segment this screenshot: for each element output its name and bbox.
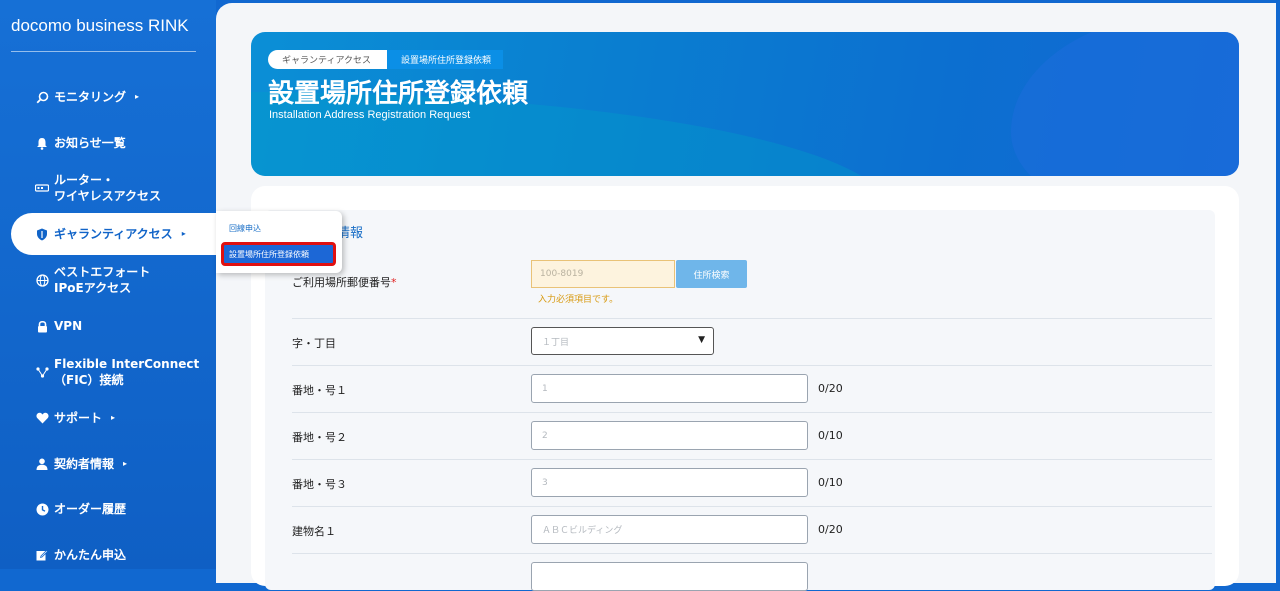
page-title: 設置場所住所登録依頼 bbox=[268, 79, 529, 109]
breadcrumb: ギャランティアクセス 設置場所住所登録依頼 bbox=[268, 50, 504, 69]
char-counter: 0/20 bbox=[818, 523, 843, 536]
form-row-aza: 字・丁目 １丁目 ▼ bbox=[292, 318, 1212, 366]
sidebar-item-notifications[interactable]: お知らせ一覧 bbox=[0, 135, 216, 151]
sidebar-item-label: サポート bbox=[54, 411, 103, 425]
zip-label: ご利用場所郵便番号* bbox=[292, 276, 397, 289]
chevron-right-icon: ▸ bbox=[111, 413, 116, 422]
dropdown-caret-icon: ▼ bbox=[698, 335, 705, 345]
aza-label: 字・丁目 bbox=[292, 337, 336, 350]
banchi2-input[interactable]: 2 bbox=[531, 421, 808, 450]
form-row-banchi1: 番地・号１ 1 0/20 bbox=[292, 365, 1212, 413]
clock-icon bbox=[32, 503, 52, 516]
form-section: 情報 ご利用場所郵便番号* 100-8019 住所検索 入力必須項目です。 字・… bbox=[265, 210, 1215, 591]
sidebar-item-guarantee-access[interactable]: ギャランティアクセス ▸ bbox=[11, 213, 231, 255]
sidebar-item-label: VPN bbox=[54, 319, 83, 333]
network-icon bbox=[32, 366, 52, 378]
form-row-building1: 建物名１ ＡＢＣビルディング 0/20 bbox=[292, 506, 1212, 554]
form-row-banchi3: 番地・号３ 3 0/10 bbox=[292, 459, 1212, 507]
submenu-item-address-registration[interactable]: 設置場所住所登録依頼 bbox=[221, 242, 336, 266]
breadcrumb-item-current: 設置場所住所登録依頼 bbox=[387, 50, 504, 69]
form-card: 情報 ご利用場所郵便番号* 100-8019 住所検索 入力必須項目です。 字・… bbox=[251, 186, 1239, 591]
sidebar-item-label: お知らせ一覧 bbox=[54, 136, 126, 150]
lock-icon bbox=[32, 320, 52, 333]
banchi2-label: 番地・号２ bbox=[292, 431, 347, 444]
aza-select[interactable]: １丁目 ▼ bbox=[531, 327, 714, 355]
sidebar-item-label: ルーター・ ワイヤレスアクセス bbox=[54, 173, 162, 203]
sidebar-item-support[interactable]: サポート ▸ bbox=[0, 410, 216, 426]
char-counter: 0/20 bbox=[818, 382, 843, 395]
zip-input[interactable]: 100-8019 bbox=[531, 260, 675, 288]
sidebar-item-label: モニタリング bbox=[54, 90, 127, 104]
sidebar-item-label: ギャランティアクセス bbox=[54, 227, 173, 241]
sidebar-item-monitoring[interactable]: モニタリング ▸ bbox=[0, 89, 216, 105]
banner-decoration bbox=[1011, 32, 1239, 176]
sidebar-item-router[interactable]: ルーター・ ワイヤレスアクセス bbox=[0, 172, 216, 204]
chevron-right-icon: ▸ bbox=[123, 459, 128, 468]
page-header-banner: ギャランティアクセス 設置場所住所登録依頼 設置場所住所登録依頼 Install… bbox=[251, 32, 1239, 176]
sidebar-item-easy-apply[interactable]: かんたん申込 bbox=[0, 547, 216, 563]
sidebar-item-label: ベストエフォート IPoEアクセス bbox=[54, 265, 151, 295]
submenu-item-line-application[interactable]: 回線申込 bbox=[229, 223, 261, 234]
building2-input[interactable] bbox=[531, 562, 808, 591]
char-counter: 0/10 bbox=[818, 476, 843, 489]
sidebar-item-vpn[interactable]: VPN bbox=[0, 318, 216, 334]
sidebar-item-label: かんたん申込 bbox=[54, 548, 127, 562]
bell-icon bbox=[32, 137, 52, 150]
sidebar-item-label: 契約者情報 bbox=[54, 457, 115, 471]
banchi1-label: 番地・号１ bbox=[292, 384, 347, 397]
shield-icon bbox=[32, 228, 52, 241]
sidebar: docomo business RINK モニタリング ▸ お知らせ一覧 ルータ… bbox=[0, 0, 231, 569]
chevron-right-icon: ▸ bbox=[135, 92, 140, 101]
banchi1-input[interactable]: 1 bbox=[531, 374, 808, 403]
sidebar-item-best-effort[interactable]: ベストエフォート IPoEアクセス bbox=[0, 264, 216, 296]
guarantee-access-submenu: 回線申込 設置場所住所登録依頼 bbox=[216, 211, 342, 273]
sidebar-item-contractor[interactable]: 契約者情報 ▸ bbox=[0, 456, 216, 472]
search-icon bbox=[32, 91, 52, 104]
sidebar-item-fic[interactable]: Flexible InterConnect （FIC）接続 bbox=[0, 356, 216, 388]
edit-icon bbox=[32, 549, 52, 561]
support-icon bbox=[32, 412, 52, 424]
form-row-banchi2: 番地・号２ 2 0/10 bbox=[292, 412, 1212, 460]
form-row-zip: ご利用場所郵便番号* 100-8019 住所検索 入力必須項目です。 bbox=[292, 252, 1212, 319]
sidebar-item-label: Flexible InterConnect （FIC）接続 bbox=[54, 357, 200, 387]
banchi3-label: 番地・号３ bbox=[292, 478, 347, 491]
page-subtitle: Installation Address Registration Reques… bbox=[269, 109, 471, 121]
breadcrumb-item-guarantee-access[interactable]: ギャランティアクセス bbox=[268, 50, 388, 69]
brand-logo: docomo business RINK bbox=[11, 16, 189, 35]
sidebar-item-order-history[interactable]: オーダー履歴 bbox=[0, 501, 216, 517]
main-content: ギャランティアクセス 設置場所住所登録依頼 設置場所住所登録依頼 Install… bbox=[216, 3, 1276, 591]
router-icon bbox=[32, 184, 52, 192]
globe-icon bbox=[32, 273, 52, 287]
user-icon bbox=[32, 458, 52, 470]
required-mark: * bbox=[391, 276, 397, 289]
char-counter: 0/10 bbox=[818, 429, 843, 442]
validation-error: 入力必須項目です。 bbox=[538, 295, 619, 305]
building1-input[interactable]: ＡＢＣビルディング bbox=[531, 515, 808, 544]
building1-label: 建物名１ bbox=[292, 525, 336, 538]
banchi3-input[interactable]: 3 bbox=[531, 468, 808, 497]
chevron-right-icon: ▸ bbox=[181, 229, 186, 238]
sidebar-item-label: オーダー履歴 bbox=[54, 502, 127, 516]
brand-divider bbox=[11, 51, 196, 52]
address-search-button[interactable]: 住所検索 bbox=[676, 260, 747, 288]
